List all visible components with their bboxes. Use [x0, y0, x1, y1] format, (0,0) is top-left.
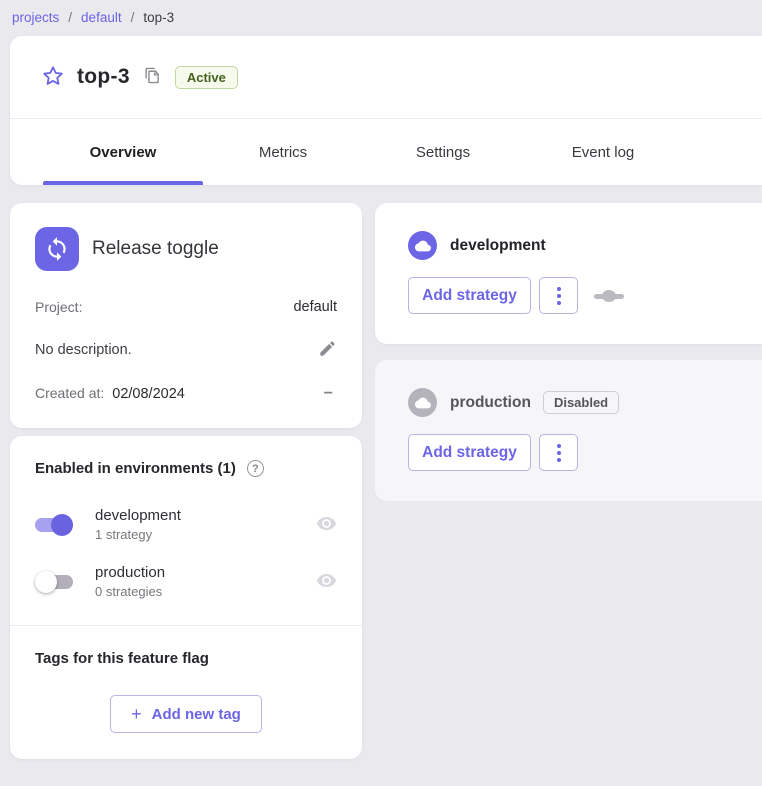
breadcrumb-separator: / — [131, 10, 135, 25]
environment-strategy-count: 1 strategy — [95, 527, 316, 542]
disabled-badge: Disabled — [543, 391, 619, 414]
tab-label: Overview — [90, 144, 157, 161]
active-tab-underline — [43, 181, 203, 185]
kebab-icon — [557, 451, 561, 455]
breadcrumb-current: top-3 — [143, 10, 174, 25]
environment-strategy-count: 0 strategies — [95, 584, 316, 599]
tab-metrics[interactable]: Metrics — [203, 119, 363, 185]
toggle-knob — [35, 571, 57, 593]
project-label: Project: — [35, 299, 82, 315]
panel-header: development — [408, 231, 762, 260]
flag-type-row: Release toggle — [35, 227, 337, 271]
environments-card: Enabled in environments (1) ? developmen… — [10, 436, 362, 759]
panel-actions: Add strategy — [408, 434, 762, 471]
environment-info: production 0 strategies — [95, 564, 316, 599]
tab-label: Settings — [416, 144, 470, 161]
panel-actions: Add strategy — [408, 277, 762, 314]
favorite-button[interactable] — [40, 64, 66, 90]
release-toggle-icon — [35, 227, 79, 271]
panel-environment-name: development — [450, 237, 546, 255]
toggle-knob — [51, 514, 73, 536]
collapse-button[interactable]: − — [324, 386, 337, 402]
cloud-icon — [408, 231, 437, 260]
left-column: Release toggle Project: default No descr… — [10, 203, 362, 759]
created-row: Created at: 02/08/2024 − — [35, 385, 337, 402]
flag-header-card: top-3 Active Overview Metrics Settings E… — [10, 36, 762, 185]
star-icon — [41, 64, 65, 91]
flag-type-label: Release toggle — [92, 238, 219, 260]
flag-details-card: Release toggle Project: default No descr… — [10, 203, 362, 428]
pencil-icon — [318, 339, 337, 361]
add-tag-label: Add new tag — [152, 706, 241, 723]
page-title: top-3 — [77, 65, 130, 89]
tab-event-log[interactable]: Event log — [523, 119, 683, 185]
flag-title-row: top-3 Active — [10, 36, 762, 118]
main-content: Release toggle Project: default No descr… — [10, 203, 762, 759]
tab-label: Event log — [572, 144, 635, 161]
panel-header: production Disabled — [408, 388, 762, 417]
kebab-icon — [557, 287, 561, 291]
plus-icon: + — [131, 704, 142, 725]
environment-name: production — [95, 564, 316, 581]
eye-icon — [316, 513, 337, 537]
cloud-icon — [408, 388, 437, 417]
environments-title: Enabled in environments (1) — [35, 460, 236, 477]
environments-header: Enabled in environments (1) ? — [10, 460, 362, 477]
production-strategies-panel: production Disabled Add strategy — [375, 360, 762, 501]
project-value: default — [293, 299, 337, 315]
environment-row-development: development 1 strategy — [10, 507, 362, 542]
development-toggle[interactable] — [35, 514, 73, 536]
tags-section: Tags for this feature flag + Add new tag — [10, 626, 362, 759]
status-badge: Active — [175, 66, 238, 89]
add-strategy-button[interactable]: Add strategy — [408, 434, 531, 471]
environment-info: development 1 strategy — [95, 507, 316, 542]
environment-row-production: production 0 strategies — [10, 564, 362, 599]
project-row: Project: default — [35, 299, 337, 315]
environment-name: development — [95, 507, 316, 524]
copy-name-button[interactable] — [144, 67, 161, 87]
created-value: 02/08/2024 — [112, 386, 185, 402]
view-environment-button[interactable] — [316, 570, 337, 594]
view-environment-button[interactable] — [316, 513, 337, 537]
tab-settings[interactable]: Settings — [363, 119, 523, 185]
description-row: No description. — [35, 339, 337, 361]
add-new-tag-button[interactable]: + Add new tag — [110, 695, 262, 733]
add-strategy-button[interactable]: Add strategy — [408, 277, 531, 314]
edit-description-button[interactable] — [318, 339, 337, 361]
more-actions-button[interactable] — [539, 277, 578, 314]
kebab-icon — [557, 294, 561, 298]
breadcrumb-link-projects[interactable]: projects — [12, 10, 59, 25]
tab-label: Metrics — [259, 144, 307, 161]
right-column: development Add strategy production Disa… — [375, 203, 762, 501]
kebab-icon — [557, 301, 561, 305]
development-strategies-panel: development Add strategy — [375, 203, 762, 344]
last-seen-indicator-icon — [594, 290, 624, 302]
breadcrumb-link-default[interactable]: default — [81, 10, 122, 25]
created-at: Created at: 02/08/2024 — [35, 385, 185, 402]
created-label: Created at: — [35, 385, 104, 401]
tags-title: Tags for this feature flag — [35, 650, 337, 667]
kebab-icon — [557, 458, 561, 462]
tab-overview[interactable]: Overview — [43, 119, 203, 185]
breadcrumb-separator: / — [68, 10, 72, 25]
eye-icon — [316, 570, 337, 594]
panel-environment-name: production — [450, 394, 531, 412]
description-text: No description. — [35, 342, 132, 358]
help-icon[interactable]: ? — [247, 460, 264, 477]
kebab-icon — [557, 444, 561, 448]
copy-icon — [144, 67, 161, 87]
breadcrumb: projects / default / top-3 — [0, 0, 762, 28]
more-actions-button[interactable] — [539, 434, 578, 471]
production-toggle[interactable] — [35, 571, 73, 593]
tab-bar: Overview Metrics Settings Event log — [10, 119, 762, 185]
